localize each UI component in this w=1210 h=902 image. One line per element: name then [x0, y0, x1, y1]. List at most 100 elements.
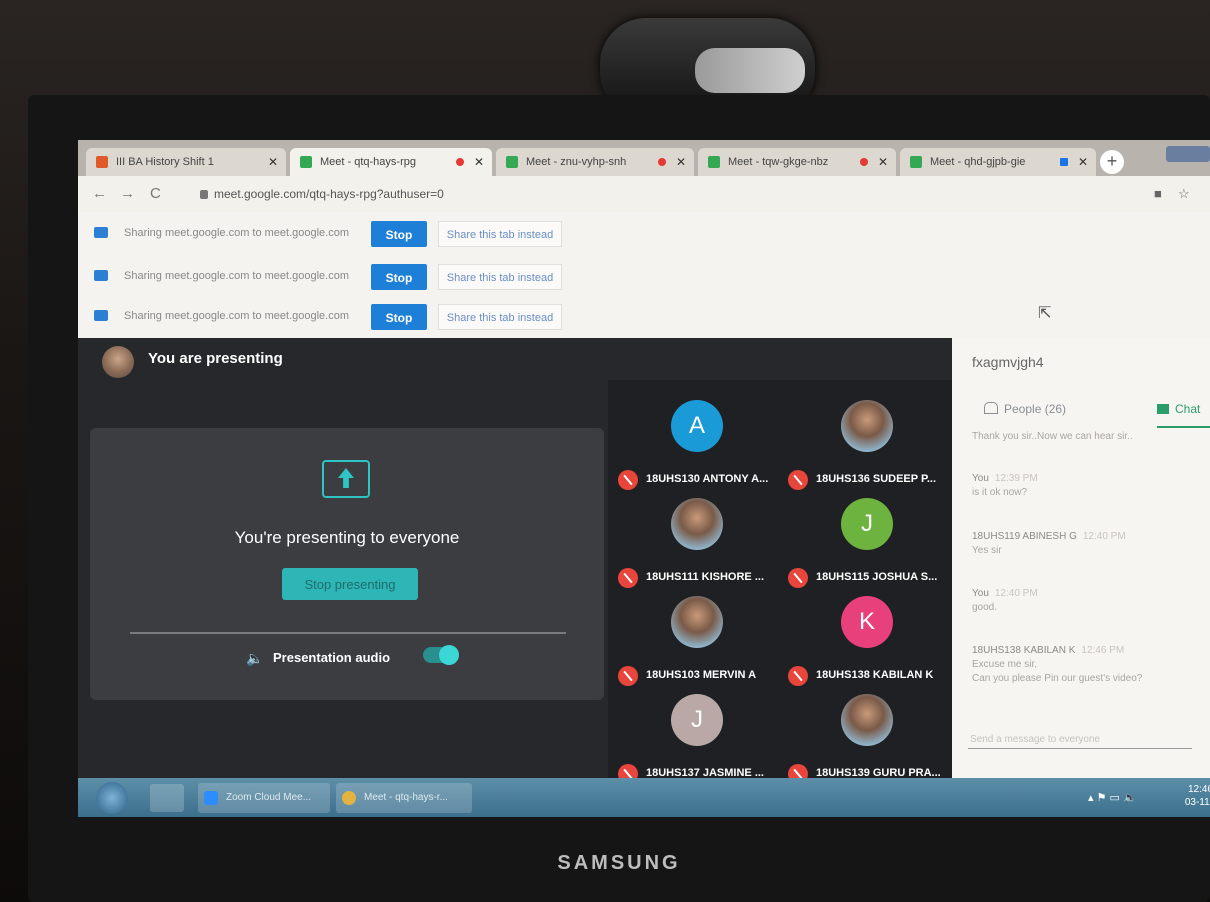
close-icon[interactable]: ✕	[676, 155, 686, 169]
recording-dot-icon	[859, 158, 868, 166]
taskbar-item-chrome[interactable]: Meet - qtq-hays-r...	[336, 783, 472, 813]
participant-grid: A 18UHS130 ANTONY A... 18UHS136 SUDEEP P…	[608, 380, 952, 784]
mic-off-icon	[788, 470, 808, 490]
recording-dot-icon	[455, 158, 464, 166]
classroom-icon	[96, 156, 108, 168]
presenting-card: You're presenting to everyone Stop prese…	[90, 428, 604, 700]
participant-name: 18UHS136 SUDEEP P...	[816, 473, 937, 485]
chat-message: Thank you sir..Now we can hear sir..	[972, 431, 1133, 442]
share-this-tab-button[interactable]: Share this tab instead	[438, 304, 562, 330]
participant-avatar	[841, 694, 893, 746]
presentation-audio-toggle[interactable]	[423, 645, 459, 665]
participant-tile[interactable]: K 18UHS138 KABILAN K	[782, 596, 952, 692]
mouse-cursor-icon: ⇱	[1038, 305, 1052, 322]
mic-off-icon	[618, 666, 638, 686]
chat-message: 18UHS119 ABINESH G 12:40 PM Yes sir	[972, 531, 1126, 556]
sharing-text: Sharing meet.google.com to meet.google.c…	[124, 270, 350, 282]
close-icon[interactable]: ✕	[878, 155, 888, 169]
participant-tile[interactable]: 18UHS136 SUDEEP P...	[782, 400, 952, 496]
present-screen-icon	[322, 460, 370, 498]
forward-button[interactable]: →	[120, 185, 135, 202]
chat-message: 18UHS138 KABILAN K 12:46 PM Excuse me sir…	[972, 645, 1143, 684]
participant-name: 18UHS115 JOSHUA S...	[816, 571, 938, 583]
taskbar-clock[interactable]: 12:46 03-11-	[1173, 783, 1210, 809]
meet-icon	[300, 156, 312, 168]
url-text: meet.google.com/qtq-hays-rpg?authuser=0	[214, 187, 444, 201]
star-icon[interactable]: ☆	[1178, 186, 1190, 202]
reload-button[interactable]: C	[150, 185, 161, 202]
participant-avatar	[671, 596, 723, 648]
screen-share-icon	[94, 270, 108, 281]
tab-ba-history[interactable]: III BA History Shift 1 ✕	[86, 148, 286, 176]
close-icon[interactable]: ✕	[268, 155, 278, 169]
address-bar[interactable]: meet.google.com/qtq-hays-rpg?authuser=0	[200, 187, 444, 201]
stop-sharing-button[interactable]: Stop	[371, 221, 427, 247]
stop-presenting-button[interactable]: Stop presenting	[282, 568, 418, 600]
taskbar-item-zoom[interactable]: Zoom Cloud Mee...	[198, 783, 330, 813]
tab-meet-znu[interactable]: Meet - znu-vyhp-snh ✕	[496, 148, 694, 176]
participant-avatar	[671, 498, 723, 550]
tab-people[interactable]: People (26)	[984, 402, 1066, 416]
sharing-text: Sharing meet.google.com to meet.google.c…	[124, 310, 350, 322]
participant-tile[interactable]: 18UHS139 GURU PRA...	[782, 694, 952, 790]
system-tray-icons[interactable]: ▴ ⚑ ▭ 🔈	[1088, 791, 1137, 804]
mic-off-icon	[618, 568, 638, 588]
participant-tile[interactable]: 18UHS103 MERVIN A	[612, 596, 782, 692]
chat-input[interactable]: Send a message to everyone	[970, 734, 1100, 745]
chat-input-underline	[968, 748, 1192, 749]
chat-message: You 12:40 PM good.	[972, 588, 1038, 613]
presenting-card-title: You're presenting to everyone	[234, 528, 460, 547]
divider	[130, 632, 566, 634]
zoom-icon	[204, 791, 218, 805]
participant-avatar: A	[671, 400, 723, 452]
mic-off-icon	[618, 470, 638, 490]
tab-meet-qhd[interactable]: Meet - qhd-gjpb-gie ✕	[900, 148, 1096, 176]
meet-icon	[910, 156, 922, 168]
meet-icon	[506, 156, 518, 168]
meeting-code: fxagmvjgh4	[972, 354, 1044, 370]
mic-off-icon	[788, 568, 808, 588]
presentation-audio-label: Presentation audio	[273, 650, 391, 665]
taskbar: Zoom Cloud Mee... Meet - qtq-hays-r... ▴…	[78, 778, 1210, 817]
participant-avatar: J	[671, 694, 723, 746]
start-button[interactable]	[96, 782, 128, 814]
close-icon[interactable]: ✕	[1078, 155, 1088, 169]
share-this-tab-button[interactable]: Share this tab instead	[438, 264, 562, 290]
sharing-text: Sharing meet.google.com to meet.google.c…	[124, 227, 350, 239]
chrome-icon	[342, 791, 356, 805]
participant-tile[interactable]: J 18UHS115 JOSHUA S...	[782, 498, 952, 594]
side-panel: fxagmvjgh4 People (26) Chat Thank you si…	[952, 338, 1210, 778]
stop-sharing-button[interactable]: Stop	[371, 304, 427, 330]
meet-stage: You are presenting You're presenting to …	[78, 338, 952, 784]
stop-sharing-button[interactable]: Stop	[371, 264, 427, 290]
tab-chat[interactable]: Chat	[1157, 402, 1200, 416]
sharing-bar: Sharing meet.google.com to meet.google.c…	[78, 212, 1210, 256]
screen-share-icon	[94, 227, 108, 238]
active-tab-indicator	[1157, 426, 1210, 428]
chat-message: You 12:39 PM is it ok now?	[972, 473, 1038, 498]
share-this-tab-button[interactable]: Share this tab instead	[438, 221, 562, 247]
tab-meet-qtq[interactable]: Meet - qtq-hays-rpg ✕	[290, 148, 492, 176]
camera-icon[interactable]: ■	[1154, 186, 1162, 201]
back-button[interactable]: ←	[92, 185, 107, 202]
chat-icon	[1157, 404, 1169, 414]
participant-tile[interactable]: 18UHS111 KISHORE ...	[612, 498, 782, 594]
window-controls[interactable]	[1166, 146, 1210, 162]
browser-toolbar: ← → C meet.google.com/qtq-hays-rpg?authu…	[78, 176, 1210, 213]
people-icon	[984, 402, 998, 414]
screen: III BA History Shift 1 ✕ Meet - qtq-hays…	[78, 140, 1210, 817]
presenting-title: You are presenting	[148, 350, 283, 367]
meet-icon	[708, 156, 720, 168]
tab-meet-tqw[interactable]: Meet - tqw-gkge-nbz ✕	[698, 148, 896, 176]
close-icon[interactable]: ✕	[474, 155, 484, 169]
participant-tile[interactable]: J 18UHS137 JASMINE ...	[612, 694, 782, 790]
sharing-bar: Sharing meet.google.com to meet.google.c…	[78, 255, 1210, 299]
participant-name: 18UHS103 MERVIN A	[646, 669, 757, 681]
participant-tile[interactable]: A 18UHS130 ANTONY A...	[612, 400, 782, 496]
new-tab-button[interactable]: +	[1100, 150, 1124, 174]
tab-strip: III BA History Shift 1 ✕ Meet - qtq-hays…	[78, 140, 1210, 176]
explorer-icon[interactable]	[150, 784, 184, 812]
lock-icon	[200, 190, 208, 199]
speaker-icon: 🔈	[246, 650, 264, 666]
participant-avatar: J	[841, 498, 893, 550]
